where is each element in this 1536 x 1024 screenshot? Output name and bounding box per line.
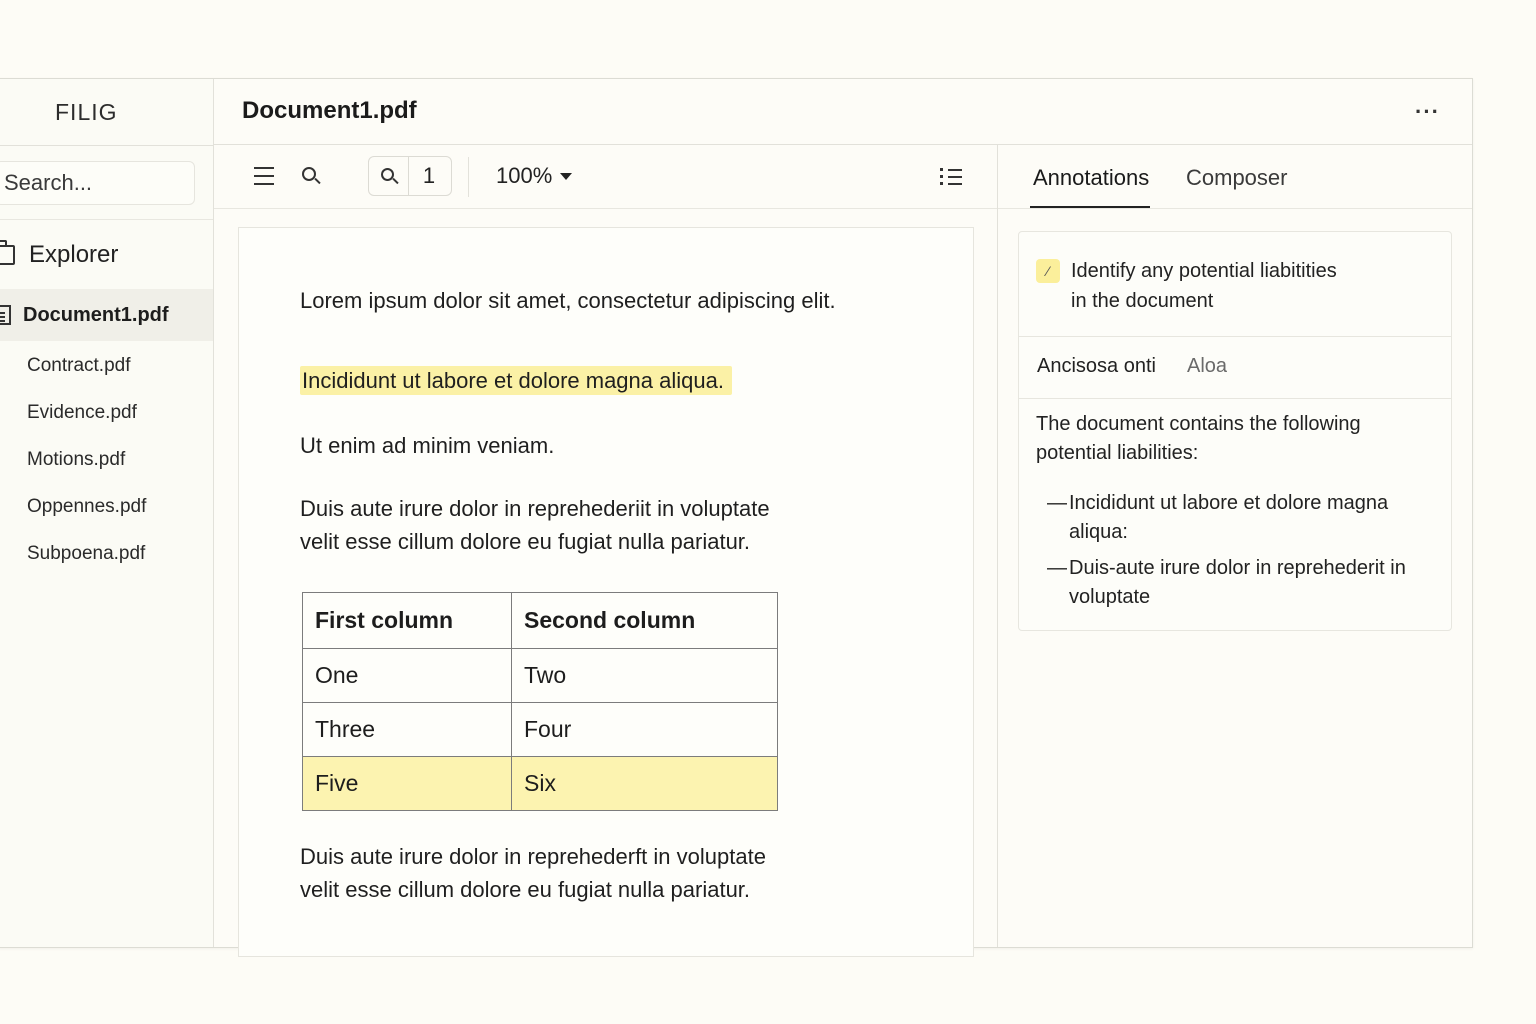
prompt-line: in the document	[1071, 290, 1214, 312]
document-viewer: 100% Lorem ipsum dolor sit amet, consect…	[214, 145, 998, 957]
sidebar-item-subpoena[interactable]: Subpoena.pdf	[27, 539, 146, 586]
annotation-card: ⁄ Identify any potential liabitities in …	[1018, 231, 1452, 631]
list-item[interactable]: Incididunt ut labore et dolore magna ali…	[1047, 489, 1447, 547]
document-icon	[0, 305, 11, 325]
paragraph: Duis aute irure dolor in reprehederiit i…	[300, 492, 770, 558]
outline-icon[interactable]	[940, 166, 962, 186]
table-cell: Two	[511, 648, 778, 703]
text-highlight[interactable]: Incididunt ut labore et dolore magna ali…	[300, 366, 732, 395]
divider	[468, 157, 469, 197]
annotation-response: The document contains the following pote…	[1036, 410, 1436, 468]
liability-list: Incididunt ut labore et dolore magna ali…	[1047, 489, 1447, 619]
table-header-row: First column Second column	[302, 592, 778, 649]
menu-icon[interactable]	[254, 167, 274, 185]
app-window: FILIG Explorer Document1.pdf Contract.pd…	[0, 78, 1473, 957]
paragraph: Ut enim ad minim veniam.	[300, 433, 555, 458]
paragraph-line: velit esse cillum dolore eu fugiat nulla…	[300, 529, 751, 554]
table-row-highlighted[interactable]: Five Six	[302, 756, 778, 811]
prompt-line: Identify any potential liabitities	[1071, 260, 1337, 282]
find-icon[interactable]	[369, 157, 409, 195]
paragraph-line: Duis aute irure dolor in reprehederiit i…	[300, 496, 770, 521]
table-cell: Six	[511, 756, 778, 811]
annotations-panel: Annotations Composer ⁄ Identify any pote…	[998, 145, 1472, 947]
table-cell: Five	[302, 756, 512, 811]
zoom-value: 100%	[496, 163, 553, 188]
page-title: Document1.pdf	[242, 97, 417, 124]
table-header: Second column	[511, 592, 778, 649]
response-line: The document contains the following	[1036, 413, 1361, 435]
chevron-down-icon	[560, 172, 573, 180]
paragraph-line: Duis aute irure dolor in reprehederft in…	[300, 844, 766, 869]
page-navigator	[368, 156, 452, 196]
search-input[interactable]	[4, 170, 184, 196]
response-line: potential liabilities:	[1036, 442, 1199, 464]
table-header: First column	[302, 592, 512, 649]
sidebar-item-evidence[interactable]: Evidence.pdf	[27, 398, 146, 445]
app-logo: FILIG	[55, 99, 118, 125]
paragraph: Lorem ipsum dolor sit amet, consectetur …	[300, 288, 836, 313]
table-row: One Two	[302, 648, 778, 703]
zoom-select[interactable]: 100%	[496, 163, 573, 189]
divider	[0, 145, 213, 146]
sidebar-item-motions[interactable]: Motions.pdf	[27, 445, 146, 492]
explorer-section[interactable]: Explorer	[0, 237, 118, 273]
active-tab-indicator	[1030, 206, 1150, 208]
search-icon[interactable]	[302, 167, 320, 185]
explorer-label: Explorer	[29, 241, 119, 268]
annotation-meta-label: Ancisosa onti	[1037, 355, 1156, 377]
annotation-prompt: Identify any potential liabitities in th…	[1071, 256, 1401, 316]
table-row: Three Four	[302, 702, 778, 757]
tab-composer[interactable]: Composer	[1186, 165, 1287, 191]
sidebar: FILIG Explorer Document1.pdf Contract.pd…	[0, 79, 214, 947]
panel-tabs: Annotations Composer	[998, 145, 1472, 209]
viewer-toolbar: 100%	[214, 145, 997, 209]
paragraph: Duis aute irure dolor in reprehederft in…	[300, 840, 766, 906]
document-page: Lorem ipsum dolor sit amet, consectetur …	[238, 227, 974, 957]
tab-annotations[interactable]: Annotations	[1033, 165, 1149, 191]
highlighted-paragraph[interactable]: Incididunt ut labore et dolore magna ali…	[300, 364, 732, 397]
document-table: First column Second column One Two Three…	[302, 592, 778, 811]
file-list: Contract.pdf Evidence.pdf Motions.pdf Op…	[27, 351, 146, 586]
document-header: Document1.pdf ···	[214, 79, 1472, 145]
paragraph-line: velit esse cillum dolore eu fugiat nulla…	[300, 877, 751, 902]
search-box[interactable]	[0, 161, 195, 205]
annotation-meta-value: Aloa	[1187, 355, 1228, 377]
page-number-input[interactable]	[409, 163, 449, 189]
table-cell: Four	[511, 702, 778, 757]
list-item[interactable]: Duis-aute irure dolor in reprehederit in…	[1047, 554, 1447, 612]
divider	[0, 219, 213, 220]
table-cell: One	[302, 648, 512, 703]
sidebar-item-document1[interactable]: Document1.pdf	[0, 289, 213, 341]
sidebar-item-label: Document1.pdf	[23, 303, 169, 326]
divider	[1019, 336, 1451, 337]
annotation-marker-icon: ⁄	[1036, 259, 1060, 283]
folder-icon	[0, 240, 15, 265]
sidebar-item-contract[interactable]: Contract.pdf	[27, 351, 146, 398]
table-cell: Three	[302, 702, 512, 757]
divider	[1019, 398, 1451, 399]
sidebar-item-oppennes[interactable]: Oppennes.pdf	[27, 492, 146, 539]
more-options-icon[interactable]: ···	[1415, 99, 1440, 125]
